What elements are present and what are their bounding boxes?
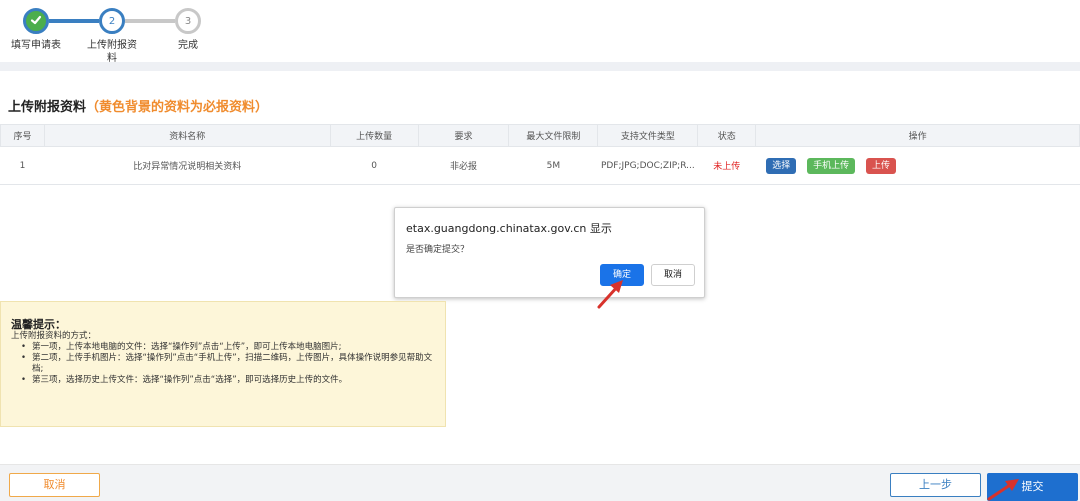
step-number: 3 — [184, 15, 192, 27]
arrow-icon — [987, 479, 1019, 501]
column-header: 序号 — [0, 124, 45, 147]
cancel-button[interactable]: 取消 — [9, 473, 100, 497]
dialog-title: etax.guangdong.chinatax.gov.cn 显示 — [406, 222, 612, 235]
tips-list: 第一项，上传本地电脑的文件：选择“操作列”点击“上传”，即可上传本地电脑图片; … — [11, 342, 435, 386]
mobile-upload-button[interactable]: 手机上传 — [807, 157, 856, 174]
divider — [0, 62, 1080, 71]
dialog-message: 是否确定提交？ — [406, 245, 470, 255]
column-header: 操作 — [755, 124, 1080, 147]
column-header: 上传数量 — [329, 124, 419, 147]
document-name: 比对异常情况说明相关资料 — [43, 146, 331, 185]
table-row: 1 比对异常情况说明相关资料 0 非必报 5M PDF;JPG;DOC;ZIP;… — [0, 146, 1080, 185]
step-2-current: 2 — [99, 8, 125, 34]
confirm-dialog: etax.guangdong.chinatax.gov.cn 显示 是否确定提交… — [394, 207, 705, 298]
upload-count: 0 — [329, 146, 419, 185]
max-file-size: 5M — [508, 146, 598, 185]
check-icon — [29, 13, 43, 30]
row-index: 1 — [0, 146, 45, 185]
column-header: 最大文件限制 — [508, 124, 599, 147]
list-item: 第三项，选择历史上传文件：选择“操作列”点击“选择”，即可选择历史上传的文件。 — [21, 375, 435, 386]
step-1-complete — [23, 8, 49, 34]
column-header: 支持文件类型 — [597, 124, 699, 147]
table-header: 序号 资料名称 上传数量 要求 最大文件限制 支持文件类型 状态 操作 — [0, 124, 1080, 147]
actions-cell: 选择 手机上传 上传 — [755, 146, 1080, 185]
upload-status: 未上传 — [697, 146, 756, 185]
column-header: 资料名称 — [43, 124, 331, 147]
arrow-icon — [597, 280, 623, 309]
step-label: 完成 — [178, 40, 198, 51]
file-types: PDF;JPG;DOC;ZIP;R... — [597, 146, 698, 185]
step-connector — [125, 19, 175, 23]
section-title: 上传附报资料 — [8, 100, 87, 115]
tips-intro: 上传附报资料的方式： — [11, 331, 97, 341]
tips-panel: 温馨提示： 上传附报资料的方式： 第一项，上传本地电脑的文件：选择“操作列”点击… — [0, 301, 446, 427]
previous-step-button[interactable]: 上一步 — [890, 473, 981, 497]
page-title: 上传附报资料（黄色背景的资料为必报资料） — [8, 96, 268, 115]
upload-button[interactable]: 上传 — [866, 157, 897, 174]
list-item: 第一项，上传本地电脑的文件：选择“操作列”点击“上传”，即可上传本地电脑图片; — [21, 342, 435, 353]
requirement: 非必报 — [417, 146, 509, 185]
progress-stepper: 2 3 填写申请表 上传附报资料 完成 — [0, 0, 1080, 64]
tips-title: 温馨提示： — [11, 318, 66, 331]
step-label: 填写申请表 — [11, 40, 61, 51]
column-header: 要求 — [417, 124, 510, 147]
step-connector — [49, 19, 99, 23]
select-button[interactable]: 选择 — [766, 157, 797, 174]
step-3-pending: 3 — [175, 8, 201, 34]
step-number: 2 — [108, 15, 116, 27]
attachments-table: 序号 资料名称 上传数量 要求 最大文件限制 支持文件类型 状态 操作 1 比对… — [0, 124, 1080, 185]
list-item: 第二项，上传手机图片：选择“操作列”点击“手机上传”，扫描二维码，上传图片，具体… — [21, 353, 435, 375]
section-note: （黄色背景的资料为必报资料） — [86, 100, 269, 115]
column-header: 状态 — [697, 124, 757, 147]
dialog-cancel-button[interactable]: 取消 — [651, 264, 695, 286]
